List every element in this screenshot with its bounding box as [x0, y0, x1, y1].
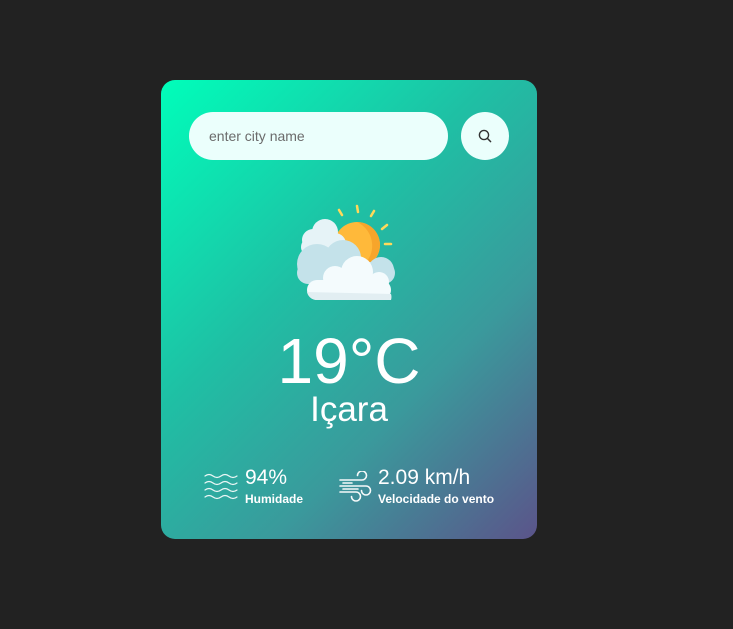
search-icon [478, 129, 492, 143]
wind-speed-label: Velocidade do vento [378, 492, 495, 506]
search-button[interactable] [461, 112, 509, 160]
wind-speed-value: 2.09 km/h [378, 466, 471, 489]
city-name: Içara [310, 390, 388, 429]
sun-behind-clouds-icon [297, 204, 395, 301]
city-search-input[interactable] [189, 112, 448, 160]
humidity-waves-icon [204, 473, 238, 500]
weather-card: 19°C Içara 94% Humidade 2.09 km/h Veloci… [161, 80, 537, 539]
search-bar [189, 112, 509, 160]
humidity-value: 94% [245, 466, 288, 489]
humidity-label: Humidade [245, 492, 304, 506]
temperature: 19°C [277, 325, 421, 397]
wind-icon [339, 471, 372, 502]
